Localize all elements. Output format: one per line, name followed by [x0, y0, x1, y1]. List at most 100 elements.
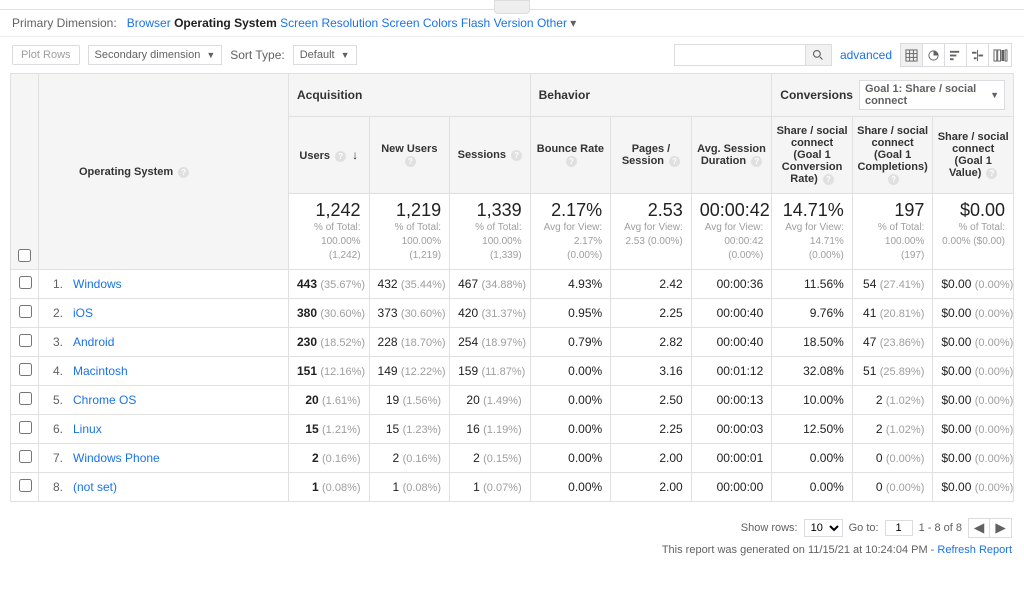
- help-icon[interactable]: ?: [511, 150, 522, 161]
- pps-cell: 2.25: [611, 299, 692, 328]
- row-checkbox[interactable]: [19, 363, 32, 376]
- chevron-right-icon: ▶: [995, 520, 1005, 536]
- grid-icon[interactable]: [901, 44, 923, 66]
- go-to-input[interactable]: [885, 520, 913, 536]
- conv-rate-cell: 9.76%: [772, 299, 853, 328]
- os-link[interactable]: iOS: [73, 306, 93, 320]
- row-checkbox[interactable]: [19, 450, 32, 463]
- primary-dimension-item[interactable]: Flash Version: [461, 16, 534, 30]
- help-icon[interactable]: ?: [405, 156, 416, 167]
- users-cell: 1 (0.08%): [289, 473, 370, 502]
- pps-cell: 3.16: [611, 357, 692, 386]
- refresh-report-link[interactable]: Refresh Report: [937, 544, 1012, 556]
- primary-dimension-item[interactable]: Screen Resolution: [280, 16, 378, 30]
- bars-icon[interactable]: [945, 44, 967, 66]
- search-icon: [812, 49, 824, 61]
- column-header-bounce[interactable]: Bounce Rate ?: [530, 117, 611, 194]
- duration-cell: 00:00:36: [691, 270, 772, 299]
- primary-dimension-item[interactable]: Screen Colors: [382, 16, 458, 30]
- row-checkbox[interactable]: [19, 276, 32, 289]
- row-checkbox[interactable]: [19, 334, 32, 347]
- help-icon[interactable]: ?: [986, 168, 997, 179]
- group-header-behavior: Behavior: [530, 74, 772, 117]
- help-icon[interactable]: ?: [669, 156, 680, 167]
- os-link[interactable]: Windows: [73, 277, 122, 291]
- users-cell: 151 (12.16%): [289, 357, 370, 386]
- select-all-checkbox[interactable]: [18, 249, 31, 262]
- group-header-acquisition: Acquisition: [289, 74, 531, 117]
- os-link[interactable]: Windows Phone: [73, 451, 160, 465]
- pie-icon[interactable]: [923, 44, 945, 66]
- chevron-down-icon: ▾: [567, 16, 576, 30]
- os-link[interactable]: (not set): [73, 480, 117, 494]
- column-header-pps[interactable]: Pages / Session ?: [611, 117, 692, 194]
- help-icon[interactable]: ?: [823, 174, 834, 185]
- conv-completions-cell: 0 (0.00%): [852, 444, 933, 473]
- primary-dimension-item[interactable]: Browser: [127, 16, 171, 30]
- column-header-users[interactable]: Users ? ↓: [289, 117, 370, 194]
- table-row: 3.Android230 (18.52%)228 (18.70%)254 (18…: [11, 328, 1014, 357]
- table-row: 5.Chrome OS20 (1.61%)19 (1.56%)20 (1.49%…: [11, 386, 1014, 415]
- column-header-conv-value[interactable]: Share / social connect (Goal 1 Value) ?: [933, 117, 1014, 194]
- compare-icon[interactable]: [967, 44, 989, 66]
- duration-cell: 00:00:03: [691, 415, 772, 444]
- pager-prev-button[interactable]: ◀: [968, 518, 990, 538]
- advanced-link[interactable]: advanced: [840, 48, 892, 62]
- bounce-cell: 0.79%: [530, 328, 611, 357]
- column-header-sessions[interactable]: Sessions ?: [450, 117, 531, 194]
- conv-value-cell: $0.00 (0.00%): [933, 386, 1014, 415]
- os-cell: 1.Windows: [39, 270, 289, 299]
- search-button[interactable]: [805, 45, 831, 65]
- column-header-os[interactable]: Operating System ?: [39, 74, 289, 270]
- chevron-down-icon: ▼: [341, 50, 350, 60]
- duration-cell: 00:01:12: [691, 357, 772, 386]
- bounce-cell: 4.93%: [530, 270, 611, 299]
- pps-cell: 2.50: [611, 386, 692, 415]
- pager-next-button[interactable]: ▶: [990, 518, 1012, 538]
- show-rows-select[interactable]: 10: [804, 519, 843, 537]
- os-link[interactable]: Android: [73, 335, 114, 349]
- row-checkbox[interactable]: [19, 392, 32, 405]
- os-link[interactable]: Linux: [73, 422, 102, 436]
- panel-resize-handle[interactable]: [0, 0, 1024, 10]
- search-input[interactable]: [675, 45, 805, 65]
- conv-rate-cell: 0.00%: [772, 473, 853, 502]
- os-cell: 2.iOS: [39, 299, 289, 328]
- pivot-icon[interactable]: [989, 44, 1011, 66]
- new-users-cell: 432 (35.44%): [369, 270, 450, 299]
- help-icon[interactable]: ?: [178, 167, 189, 178]
- primary-dimension-item[interactable]: Other ▾: [537, 16, 576, 30]
- conv-rate-cell: 32.08%: [772, 357, 853, 386]
- conversion-goal-select[interactable]: Goal 1: Share / social connect ▼: [859, 80, 1005, 110]
- help-icon[interactable]: ?: [888, 174, 899, 185]
- row-checkbox[interactable]: [19, 479, 32, 492]
- help-icon[interactable]: ?: [566, 156, 577, 167]
- row-checkbox[interactable]: [19, 305, 32, 318]
- column-header-new-users[interactable]: New Users ?: [369, 117, 450, 194]
- primary-dimension-item-active[interactable]: Operating System: [174, 16, 277, 30]
- new-users-cell: 373 (30.60%): [369, 299, 450, 328]
- new-users-cell: 19 (1.56%): [369, 386, 450, 415]
- table-row: 1.Windows443 (35.67%)432 (35.44%)467 (34…: [11, 270, 1014, 299]
- secondary-dimension-select[interactable]: Secondary dimension ▼: [88, 45, 223, 65]
- bounce-cell: 0.00%: [530, 357, 611, 386]
- pager-range: 1 - 8 of 8: [919, 522, 962, 534]
- os-link[interactable]: Macintosh: [73, 364, 128, 378]
- row-checkbox[interactable]: [19, 421, 32, 434]
- column-header-avg-duration[interactable]: Avg. Session Duration ?: [691, 117, 772, 194]
- help-icon[interactable]: ?: [751, 156, 762, 167]
- conv-completions-cell: 2 (1.02%): [852, 415, 933, 444]
- sessions-cell: 1 (0.07%): [450, 473, 531, 502]
- conv-value-cell: $0.00 (0.00%): [933, 473, 1014, 502]
- os-link[interactable]: Chrome OS: [73, 393, 136, 407]
- conv-value-cell: $0.00 (0.00%): [933, 270, 1014, 299]
- primary-dimension-label: Primary Dimension:: [12, 16, 117, 30]
- sessions-cell: 20 (1.49%): [450, 386, 531, 415]
- sort-type-select[interactable]: Default ▼: [293, 45, 357, 65]
- bounce-cell: 0.00%: [530, 386, 611, 415]
- column-header-conv-rate[interactable]: Share / social connect (Goal 1 Conversio…: [772, 117, 853, 194]
- column-header-conv-completions[interactable]: Share / social connect (Goal 1 Completio…: [852, 117, 933, 194]
- table-row: 4.Macintosh151 (12.16%)149 (12.22%)159 (…: [11, 357, 1014, 386]
- plot-rows-button[interactable]: Plot Rows: [12, 45, 80, 65]
- help-icon[interactable]: ?: [335, 151, 346, 162]
